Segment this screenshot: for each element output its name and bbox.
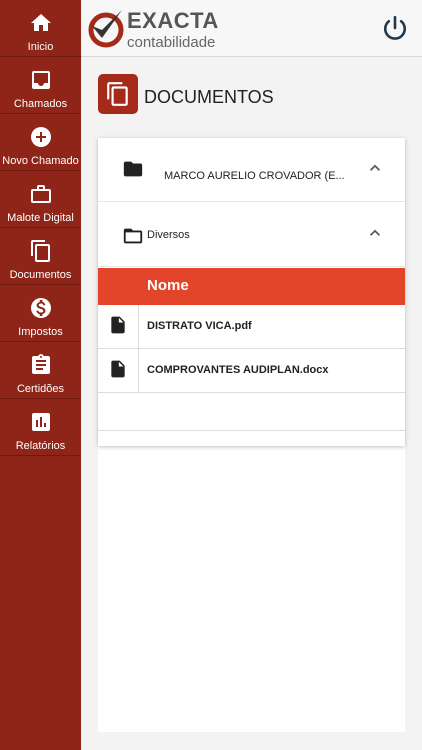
sidebar-item-label: Chamados xyxy=(13,98,68,110)
folder-name: Diversos xyxy=(147,229,190,241)
copy-icon xyxy=(107,82,128,106)
table-row[interactable]: COMPROVANTES AUDIPLAN.docx xyxy=(98,349,405,393)
add-circle-icon xyxy=(30,127,51,147)
documents-card: MARCO AURELIO CROVADOR (E... Diversos No… xyxy=(98,138,405,446)
client-accordion-header[interactable]: MARCO AURELIO CROVADOR (E... xyxy=(98,138,405,202)
sidebar-item-label: Documentos xyxy=(9,269,72,281)
dollar-icon xyxy=(30,298,51,318)
page-title-icon-box xyxy=(98,74,138,114)
inbox-icon xyxy=(31,71,50,89)
table-header: Nome xyxy=(98,268,405,305)
logo-subtitle: contabilidade xyxy=(127,34,216,51)
power-icon[interactable] xyxy=(382,15,408,41)
logo-title: EXACTA xyxy=(127,8,219,33)
app-header: EXACTA contabilidade xyxy=(81,0,422,57)
folder-accordion-header[interactable]: Diversos xyxy=(98,203,405,267)
table-row[interactable]: DISTRATO VICA.pdf xyxy=(98,305,405,349)
sidebar-item-inicio[interactable]: Inicio xyxy=(0,0,81,57)
sidebar-item-relatorios[interactable]: Relatórios xyxy=(0,399,81,456)
exacta-logo-icon xyxy=(88,10,124,48)
clipboard-icon xyxy=(31,354,50,374)
chevron-up-icon[interactable] xyxy=(365,223,385,243)
file-icon xyxy=(111,316,125,334)
sidebar-item-novo-chamado[interactable]: Novo Chamado xyxy=(0,114,81,171)
file-name[interactable]: DISTRATO VICA.pdf xyxy=(147,320,252,332)
chevron-up-icon[interactable] xyxy=(365,158,385,178)
sidebar-item-label: Relatórios xyxy=(15,440,66,452)
folder-outline-icon xyxy=(123,228,143,244)
client-name: MARCO AURELIO CROVADOR (E... xyxy=(164,170,345,182)
briefcase-icon xyxy=(30,185,51,203)
sidebar-item-malote-digital[interactable]: Malote Digital xyxy=(0,171,81,228)
home-icon xyxy=(30,14,51,31)
sidebar-item-label: Certidões xyxy=(16,383,65,395)
sidebar-item-label: Impostos xyxy=(18,326,63,338)
sidebar-item-impostos[interactable]: Impostos xyxy=(0,285,81,342)
column-header-nome: Nome xyxy=(147,277,189,294)
sidebar-item-label: Inicio xyxy=(27,41,54,53)
file-icon-cell xyxy=(98,349,139,392)
sidebar-item-chamados[interactable]: Chamados xyxy=(0,57,81,114)
bar-chart-icon xyxy=(31,413,50,431)
sidebar-item-label: Malote Digital xyxy=(7,212,74,224)
page-title: DOCUMENTOS xyxy=(144,87,274,107)
sidebar: Inicio Chamados Novo Chamado Malote Digi… xyxy=(0,0,81,750)
folder-filled-icon xyxy=(123,161,143,177)
sidebar-item-certidoes[interactable]: Certidões xyxy=(0,342,81,399)
file-name[interactable]: COMPROVANTES AUDIPLAN.docx xyxy=(147,364,329,376)
file-icon xyxy=(111,360,125,378)
copy-icon xyxy=(30,240,50,262)
file-icon-cell xyxy=(98,305,139,348)
sidebar-item-label: Novo Chamado xyxy=(2,155,79,167)
sidebar-item-documentos[interactable]: Documentos xyxy=(0,228,81,285)
brand-logo[interactable]: EXACTA contabilidade xyxy=(86,6,226,52)
table-footer xyxy=(98,393,405,431)
